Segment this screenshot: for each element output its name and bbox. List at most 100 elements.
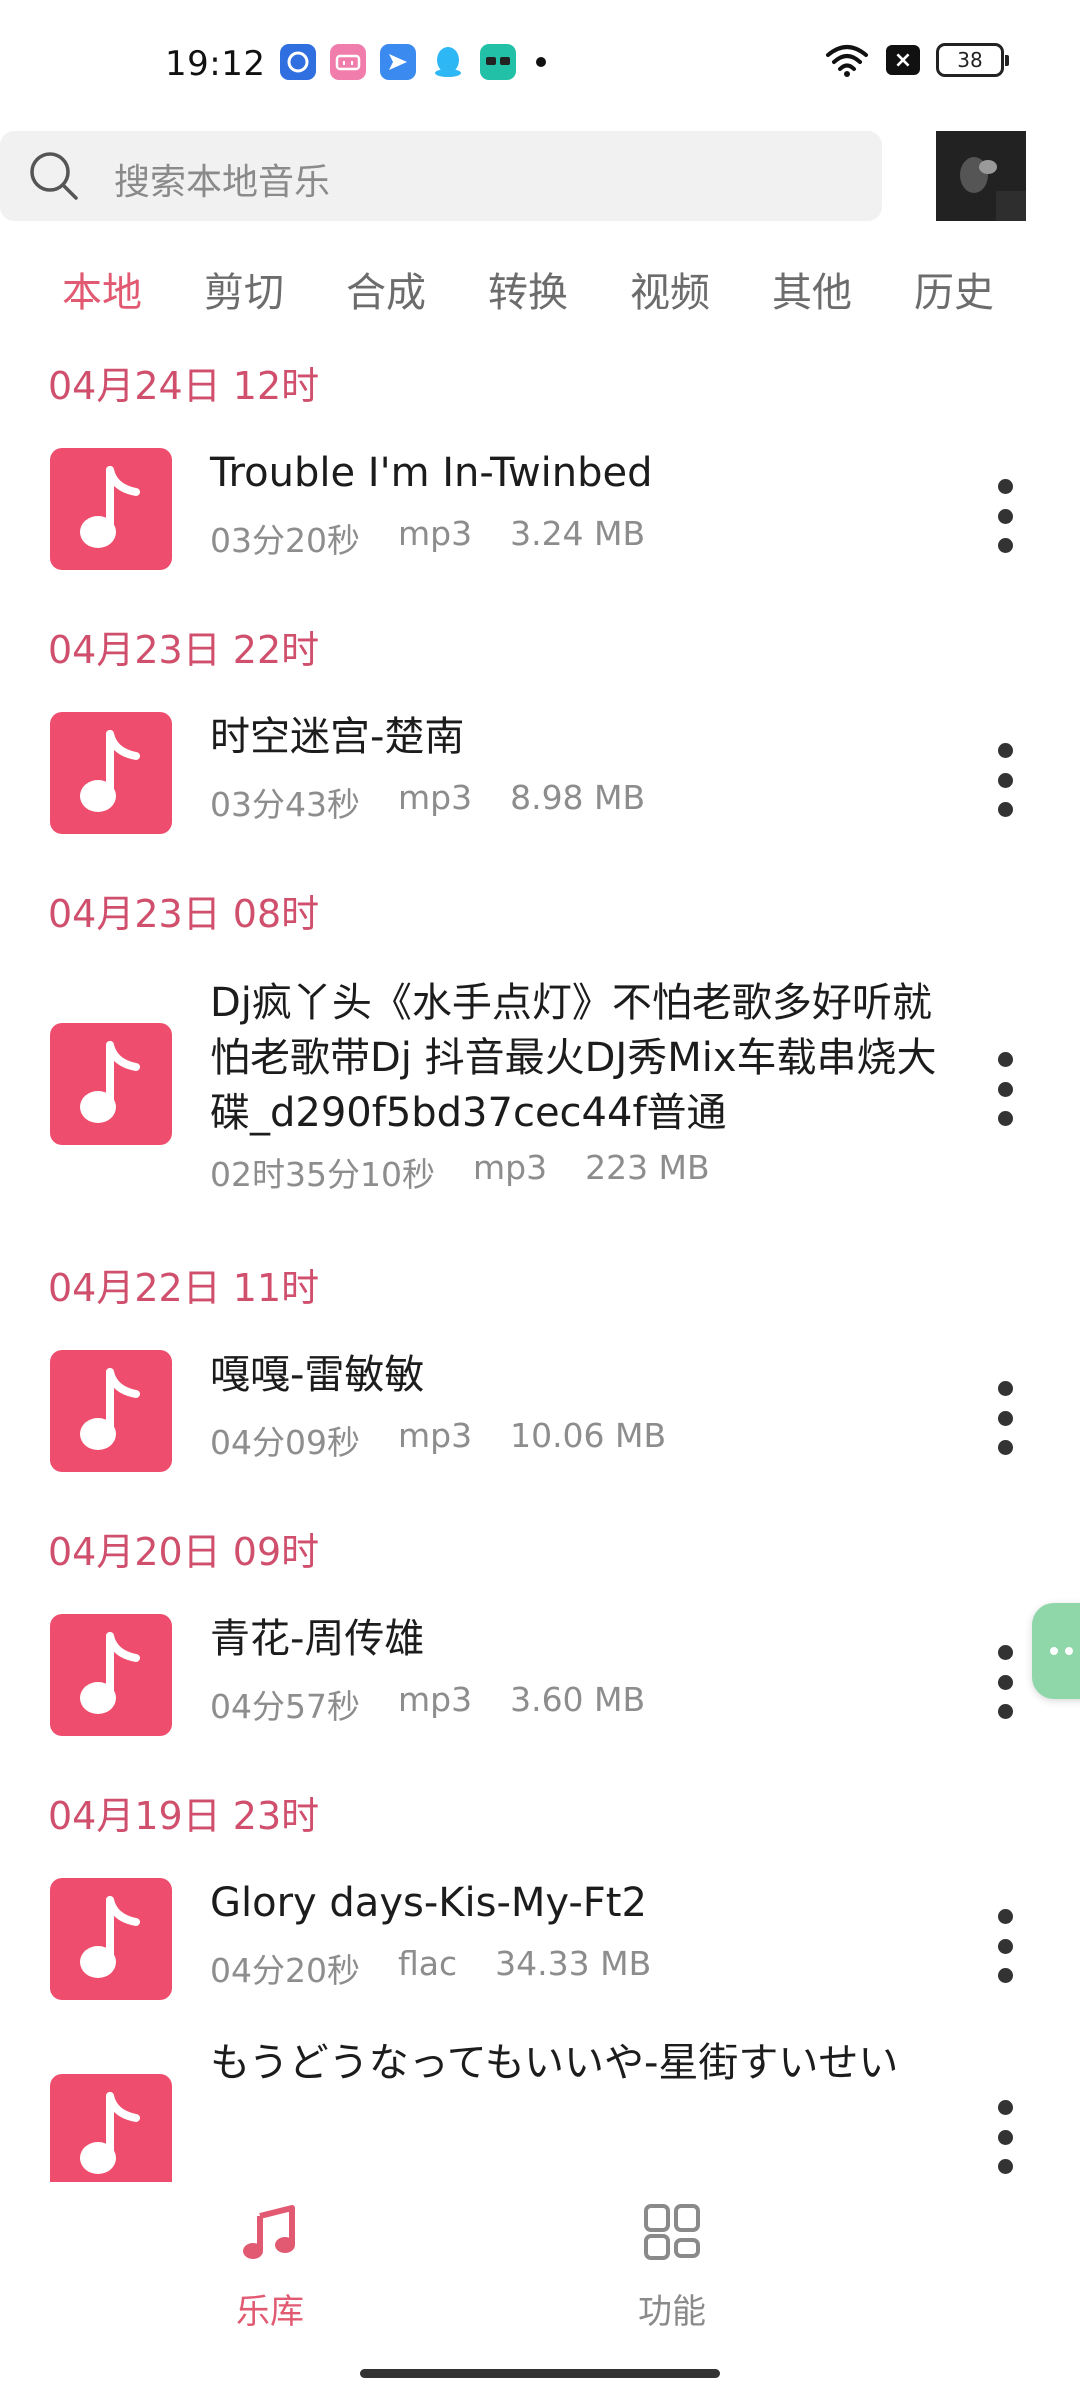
audio-thumbnail xyxy=(50,1023,172,1145)
song-title: 时空迷宫-楚南 xyxy=(210,714,465,760)
search-input[interactable]: 搜索本地音乐 xyxy=(0,131,882,221)
song-duration: 04分09秒 xyxy=(210,1423,360,1462)
grid-icon xyxy=(644,2204,700,2260)
date-header: 04月23日 08时 xyxy=(48,891,320,936)
bottom-nav: 乐库 功能 xyxy=(0,2182,1080,2400)
song-title: 青花-周传雄 xyxy=(210,1616,425,1662)
song-duration: 03分20秒 xyxy=(210,521,360,560)
song-title: 嘎嘎-雷敏敏 xyxy=(210,1352,425,1398)
song-duration: 03分43秒 xyxy=(210,785,360,824)
list-item[interactable]: 青花-周传雄 04分57秒 mp3 3.60 MB xyxy=(0,1600,1080,1760)
list-item[interactable]: もうどうなってもいいや-星街すいせい xyxy=(0,2024,1080,2182)
audio-thumbnail xyxy=(50,712,172,834)
tab-video[interactable]: 视频 xyxy=(630,260,710,318)
music-list: 04月24日 12时 Trouble I'm In-Twinbed 03分20秒… xyxy=(0,330,1080,2182)
search-placeholder: 搜索本地音乐 xyxy=(114,162,331,203)
tab-local[interactable]: 本地 xyxy=(62,260,142,318)
audio-thumbnail xyxy=(50,448,172,570)
song-size: 3.60 MB xyxy=(510,1680,646,1719)
battery-level: 38 xyxy=(957,48,983,72)
battery-icon: 38 xyxy=(936,43,1009,77)
nav-functions-label: 功能 xyxy=(638,2292,706,2332)
music-note-icon xyxy=(80,1041,140,1123)
song-format: mp3 xyxy=(397,1416,473,1455)
music-note-icon xyxy=(80,730,140,812)
song-size: 10.06 MB xyxy=(510,1416,667,1455)
audio-thumbnail xyxy=(50,1614,172,1736)
song-title: Glory days-Kis-My-Ft2 xyxy=(210,1880,647,1926)
list-item[interactable]: 嘎嘎-雷敏敏 04分09秒 mp3 10.06 MB xyxy=(0,1336,1080,1496)
song-meta: 04分09秒 mp3 10.06 MB xyxy=(210,1416,704,1464)
song-meta: 03分20秒 mp3 3.24 MB xyxy=(210,514,683,562)
tab-history[interactable]: 历史 xyxy=(914,260,994,318)
song-format: mp3 xyxy=(472,1148,548,1187)
date-header: 04月23日 22时 xyxy=(48,627,320,672)
more-options-icon[interactable] xyxy=(985,2100,1025,2174)
tab-merge[interactable]: 合成 xyxy=(346,260,426,318)
audio-thumbnail xyxy=(50,1878,172,2000)
more-notifications-dot xyxy=(536,57,546,67)
song-format: mp3 xyxy=(397,514,473,553)
song-meta: 04分20秒 flac 34.33 MB xyxy=(210,1944,689,1992)
tab-other[interactable]: 其他 xyxy=(772,260,852,318)
music-note-icon xyxy=(80,466,140,548)
no-sim-icon: × xyxy=(886,45,920,75)
song-size: 8.98 MB xyxy=(510,778,646,817)
nav-library[interactable]: 乐库 xyxy=(200,2200,340,2333)
more-options-icon[interactable] xyxy=(985,1052,1025,1126)
date-header: 04月22日 11时 xyxy=(48,1265,320,1310)
more-options-icon[interactable] xyxy=(985,1645,1025,1719)
list-item[interactable]: Trouble I'm In-Twinbed 03分20秒 mp3 3.24 M… xyxy=(0,434,1080,594)
audio-thumbnail xyxy=(50,1350,172,1472)
category-tabs: 本地 剪切 合成 转换 视频 其他 历史 xyxy=(62,260,1056,318)
wifi-icon xyxy=(826,45,868,77)
song-format: mp3 xyxy=(397,1680,473,1719)
date-header: 04月19日 23时 xyxy=(48,1793,320,1838)
song-title: もうどうなってもいいや-星街すいせい xyxy=(210,2040,899,2086)
more-options-icon[interactable] xyxy=(985,743,1025,817)
flyer-app-icon xyxy=(380,44,416,80)
song-duration: 02时35分10秒 xyxy=(210,1155,435,1194)
tab-cut[interactable]: 剪切 xyxy=(204,260,284,318)
list-item[interactable]: Dj疯丫头《水手点灯》不怕老歌多好听就怕老歌带Dj 抖音最火DJ秀Mix车载串烧… xyxy=(0,962,1080,1232)
song-meta: 03分43秒 mp3 8.98 MB xyxy=(210,778,683,826)
song-format: flac xyxy=(397,1944,458,1983)
status-time: 19:12 xyxy=(165,44,266,84)
song-meta: 04分57秒 mp3 3.60 MB xyxy=(210,1680,683,1728)
song-title: Dj疯丫头《水手点灯》不怕老歌多好听就怕老歌带Dj 抖音最火DJ秀Mix车载串烧… xyxy=(210,980,937,1136)
song-size: 34.33 MB xyxy=(495,1944,652,1983)
more-options-icon[interactable] xyxy=(985,1381,1025,1455)
audio-thumbnail xyxy=(50,2074,172,2182)
date-header: 04月20日 09时 xyxy=(48,1529,320,1574)
magic-app-icon xyxy=(480,44,516,80)
bilibili-app-icon xyxy=(330,44,366,80)
more-options-icon[interactable] xyxy=(985,479,1025,553)
avatar[interactable] xyxy=(936,131,1026,221)
song-format: mp3 xyxy=(397,778,473,817)
notification-icons xyxy=(280,44,546,80)
song-size: 3.24 MB xyxy=(510,514,646,553)
more-options-icon[interactable] xyxy=(985,1909,1025,1983)
music-note-icon xyxy=(80,1368,140,1450)
floating-chat-button[interactable] xyxy=(1032,1603,1080,1699)
music-note-icon xyxy=(243,2205,295,2259)
song-meta: 02时35分10秒 mp3 223 MB xyxy=(210,1148,748,1196)
song-duration: 04分57秒 xyxy=(210,1687,360,1726)
bank-app-icon xyxy=(280,44,316,80)
nav-functions[interactable]: 功能 xyxy=(602,2200,742,2333)
music-note-icon xyxy=(80,2092,140,2174)
list-item[interactable]: 时空迷宫-楚南 03分43秒 mp3 8.98 MB xyxy=(0,698,1080,858)
search-icon xyxy=(30,152,78,200)
date-header: 04月24日 12时 xyxy=(48,363,320,408)
song-duration: 04分20秒 xyxy=(210,1951,360,1990)
music-note-icon xyxy=(80,1896,140,1978)
song-size: 223 MB xyxy=(585,1148,710,1187)
status-bar: 19:12 × 38 xyxy=(0,0,1080,130)
home-indicator[interactable] xyxy=(360,2369,720,2378)
qq-app-icon xyxy=(430,44,466,80)
nav-library-label: 乐库 xyxy=(236,2292,304,2332)
music-note-icon xyxy=(80,1632,140,1714)
song-title: Trouble I'm In-Twinbed xyxy=(210,450,653,496)
tab-convert[interactable]: 转换 xyxy=(488,260,568,318)
list-item[interactable]: Glory days-Kis-My-Ft2 04分20秒 flac 34.33 … xyxy=(0,1864,1080,2024)
